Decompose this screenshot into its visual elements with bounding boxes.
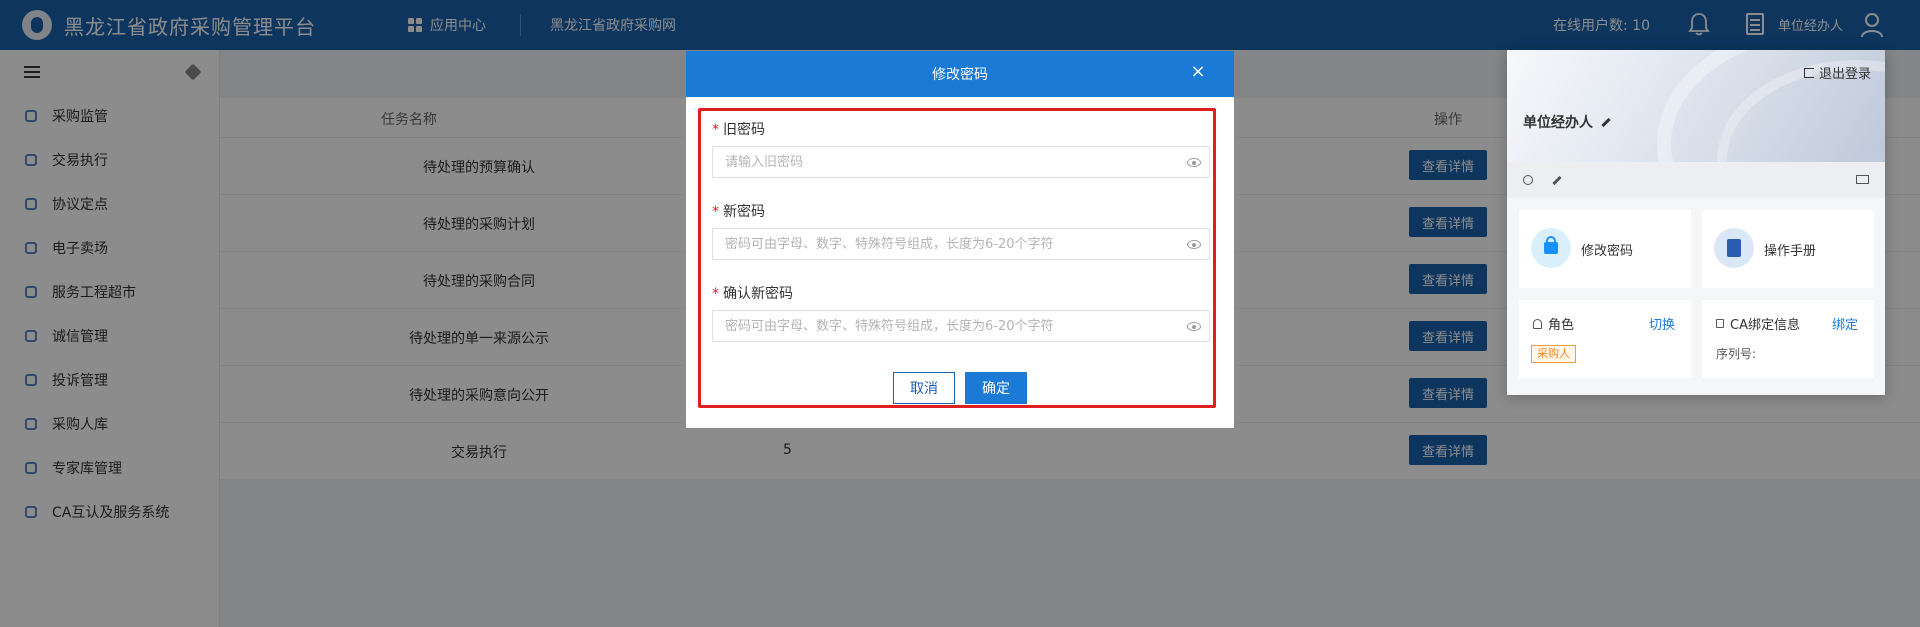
old-password-label: * 旧密码 <box>712 119 765 139</box>
profile-name-text: 单位经办人 <box>1523 115 1593 131</box>
change-password-card[interactable]: 修改密码 <box>1519 210 1691 288</box>
user-manual-label: 操作手册 <box>1764 244 1817 259</box>
ca-binding-card: CA绑定信息 绑定 序列号: <box>1702 300 1874 378</box>
user-profile-panel: 退出登录 单位经办人 修改密码 操作手册 角色 切换 采购人 CA绑定信息 绑定… <box>1507 50 1885 395</box>
profile-name: 单位经办人 <box>1523 112 1611 132</box>
profile-toolbar <box>1507 162 1885 198</box>
eye-icon[interactable] <box>1187 158 1201 167</box>
serial-number-label: 序列号: <box>1716 347 1757 361</box>
change-password-dialog: 修改密码 × * 旧密码 * 新密码 * 确认新密码 取消 确定 <box>686 51 1234 428</box>
confirm-button[interactable]: 确定 <box>965 372 1027 404</box>
eye-icon[interactable] <box>1187 240 1201 249</box>
eye-icon[interactable] <box>1187 322 1201 331</box>
close-icon[interactable]: × <box>1188 62 1208 82</box>
role-label-text: 角色 <box>1548 318 1575 333</box>
role-tag: 采购人 <box>1531 345 1576 363</box>
edit-icon[interactable] <box>1601 117 1611 127</box>
change-password-label: 修改密码 <box>1581 244 1634 259</box>
profile-banner: 退出登录 单位经办人 <box>1507 50 1885 162</box>
new-password-input[interactable] <box>712 228 1210 260</box>
user-manual-card[interactable]: 操作手册 <box>1702 210 1874 288</box>
lock-icon <box>1716 319 1724 328</box>
password-form: * 旧密码 * 新密码 * 确认新密码 取消 确定 <box>698 108 1216 408</box>
role-card: 角色 切换 采购人 <box>1519 300 1691 378</box>
confirm-password-label-text: 确认新密码 <box>723 286 793 302</box>
person-icon <box>1533 318 1542 329</box>
new-password-label: * 新密码 <box>712 201 765 221</box>
old-password-input[interactable] <box>712 146 1210 178</box>
switch-role-link[interactable]: 切换 <box>1649 314 1675 333</box>
id-card-icon[interactable] <box>1856 175 1869 184</box>
book-icon <box>1714 228 1754 268</box>
required-mark: * <box>712 122 719 138</box>
confirm-password-label: * 确认新密码 <box>712 283 793 303</box>
ca-binding-label-text: CA绑定信息 <box>1730 318 1800 333</box>
dialog-header: 修改密码 × <box>686 51 1234 97</box>
required-mark: * <box>712 286 719 302</box>
new-password-label-text: 新密码 <box>723 204 765 220</box>
phone-icon[interactable] <box>1523 175 1533 185</box>
required-mark: * <box>712 204 719 220</box>
logout-icon <box>1803 67 1814 78</box>
confirm-password-input[interactable] <box>712 310 1210 342</box>
cancel-button[interactable]: 取消 <box>893 372 955 404</box>
lock-icon <box>1531 228 1571 268</box>
bind-ca-link[interactable]: 绑定 <box>1832 314 1858 333</box>
dialog-title: 修改密码 <box>932 67 988 83</box>
role-label: 角色 <box>1533 314 1574 333</box>
edit-icon[interactable] <box>1552 175 1562 186</box>
old-password-label-text: 旧密码 <box>723 122 765 138</box>
logout-label: 退出登录 <box>1818 67 1871 82</box>
ca-binding-label: CA绑定信息 <box>1716 314 1800 333</box>
logout-button[interactable]: 退出登录 <box>1803 63 1871 82</box>
